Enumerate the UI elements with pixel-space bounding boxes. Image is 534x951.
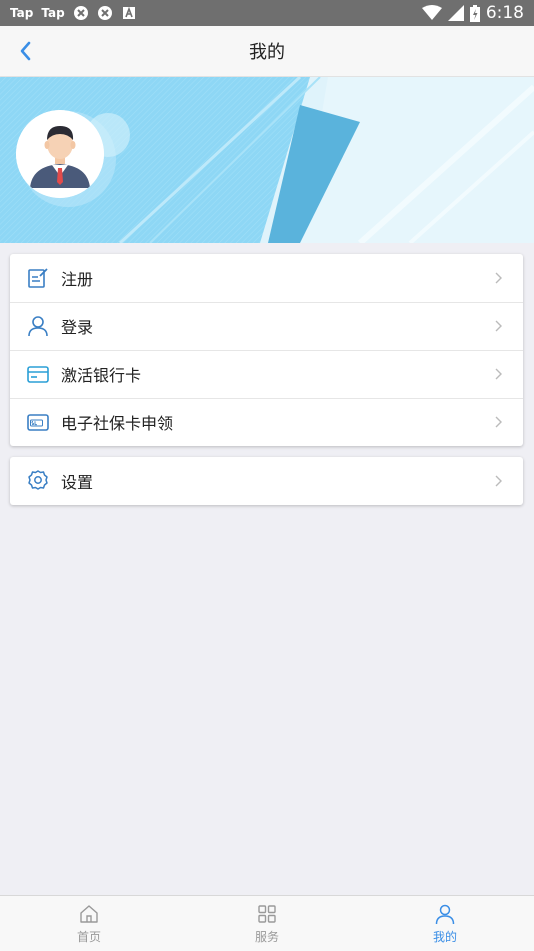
menu-item-label: 设置 xyxy=(61,473,94,492)
wifi-icon xyxy=(421,5,442,20)
back-chevron-icon[interactable] xyxy=(14,39,38,63)
menu-item-settings[interactable]: 设置 xyxy=(10,457,523,505)
menu-item-label: 电子社保卡申领 xyxy=(61,414,174,433)
menu-item-activate-bank-card[interactable]: 激活银行卡 xyxy=(10,350,523,398)
person-avatar-icon xyxy=(16,110,104,198)
tap-label-2: Tap xyxy=(41,6,65,20)
menu-item-label: 注册 xyxy=(61,270,94,289)
menu-item-login[interactable]: 登录 xyxy=(10,302,523,350)
social-security-card-icon xyxy=(27,414,49,431)
tab-label: 我的 xyxy=(432,929,457,944)
grid-icon xyxy=(258,904,276,923)
register-edit-icon xyxy=(28,268,48,288)
app-bar: 我的 xyxy=(0,26,534,77)
avatar[interactable] xyxy=(16,110,104,198)
tab-mine[interactable]: 我的 xyxy=(356,896,534,951)
menu-item-label: 登录 xyxy=(61,318,94,337)
tap-label-1: Tap xyxy=(10,6,34,20)
menu-card-settings: 设置 xyxy=(10,457,523,505)
cellular-signal-icon xyxy=(447,5,464,21)
home-icon xyxy=(80,904,98,923)
bottom-tab-bar: 首页 服务 我的 xyxy=(0,895,534,951)
tab-home[interactable]: 首页 xyxy=(0,896,178,951)
vpn-icon xyxy=(73,6,88,20)
menu-card-account: 注册 登录 激活银行卡 电子社保卡申领 xyxy=(10,254,523,446)
profile-banner xyxy=(0,77,534,243)
chevron-right-icon xyxy=(495,475,502,487)
user-icon xyxy=(435,904,455,924)
gear-icon xyxy=(28,470,48,490)
menu-item-register[interactable]: 注册 xyxy=(10,254,523,302)
battery-charging-icon xyxy=(469,4,480,22)
tab-services[interactable]: 服务 xyxy=(178,896,356,951)
page-title: 我的 xyxy=(249,42,285,63)
chevron-right-icon xyxy=(495,416,502,428)
clock: 6:18 xyxy=(485,3,524,23)
tab-label: 首页 xyxy=(76,929,101,944)
a-notification-icon xyxy=(122,6,135,19)
tab-label: 服务 xyxy=(254,929,279,944)
vpn-icon xyxy=(97,6,112,20)
chevron-right-icon xyxy=(495,272,502,284)
status-bar: Tap Tap 6:18 xyxy=(0,0,534,26)
chevron-right-icon xyxy=(495,320,502,332)
menu-item-label: 激活银行卡 xyxy=(61,366,142,385)
status-bar-left: Tap Tap xyxy=(10,5,137,21)
menu-item-social-security-card[interactable]: 电子社保卡申领 xyxy=(10,398,523,446)
chevron-right-icon xyxy=(495,368,502,380)
user-icon xyxy=(28,316,48,337)
bank-card-icon xyxy=(27,366,49,383)
status-bar-right: 6:18 xyxy=(421,3,524,23)
